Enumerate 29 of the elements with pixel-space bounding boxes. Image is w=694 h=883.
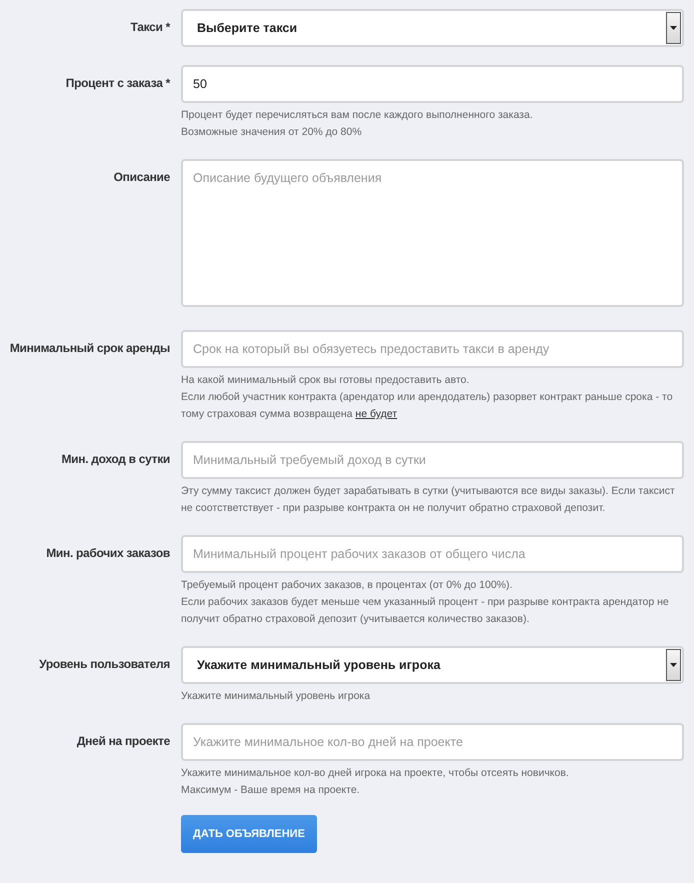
help-text: Если рабочих заказов будет меньше чем указанный процент - при разрыве контракта арендатор не получит обратно страховой депозит (учитывается количество заказов). xyxy=(181,595,670,627)
caret-icon[interactable] xyxy=(666,649,681,681)
help-text: Требуемый процент рабочих заказов, в процентах (от 0% до 100%). xyxy=(181,578,514,593)
select-field[interactable]: Укажите минимальный уровень игрока xyxy=(181,646,684,684)
help-text: Укажите минимальный уровень игрока xyxy=(181,689,372,704)
input-field[interactable]: Срок на который вы обязуетесь предоставить такси в аренду xyxy=(181,330,684,368)
field-label: Минимальный срок аренды xyxy=(8,340,170,357)
field-label: Такси * xyxy=(129,19,170,36)
help-text: Возможные значения от 20% до 80% xyxy=(181,125,363,140)
help-text: Укажите минимальное кол-во дней игрока на проекте, чтобы отсеять новичков. xyxy=(181,766,570,781)
help-text: На какой минимальный срок вы готовы предоставить авто. xyxy=(181,373,470,388)
help-text: Максимум - Ваше время на проекте. xyxy=(181,783,361,798)
help-text: Процент будет перечисляться вам после каждого выполненного заказа. xyxy=(181,108,534,123)
help-text: Эту сумму таксист должен будет зарабатывать в сутки (учитываются все виды заказы). Если таксист не соотстветствует - при разрыве контракта он не получит обратно страховой депозит. xyxy=(181,484,676,516)
input-field[interactable]: Укажите минимальное кол-во дней на проекте xyxy=(181,723,684,761)
field-label: Описание xyxy=(112,169,170,186)
field-label: Мин. рабочих заказов xyxy=(45,545,170,562)
field-label: Мин. доход в сутки xyxy=(60,451,170,468)
field-label: Дней на проекте xyxy=(76,733,170,750)
field-label: Процент с заказа * xyxy=(64,75,170,92)
input-field[interactable]: Минимальный требуемый доход в сутки xyxy=(181,441,684,479)
caret-icon[interactable] xyxy=(666,12,681,44)
input-field[interactable]: Минимальный процент рабочих заказов от общего числа xyxy=(181,535,684,573)
select-field[interactable]: Выберите такси xyxy=(181,9,684,47)
description-field[interactable]: Описание будущего объявления xyxy=(181,159,684,307)
input-field[interactable]: 50 xyxy=(181,65,684,103)
help-link[interactable]: не будет xyxy=(355,408,398,420)
field-label: Уровень пользователя xyxy=(38,656,170,673)
help-text: Если любой участник контракта (арендатор или арендодатель) разорвет контракт раньше срока - то тому страховая сумма возвращена не будет xyxy=(181,390,674,422)
